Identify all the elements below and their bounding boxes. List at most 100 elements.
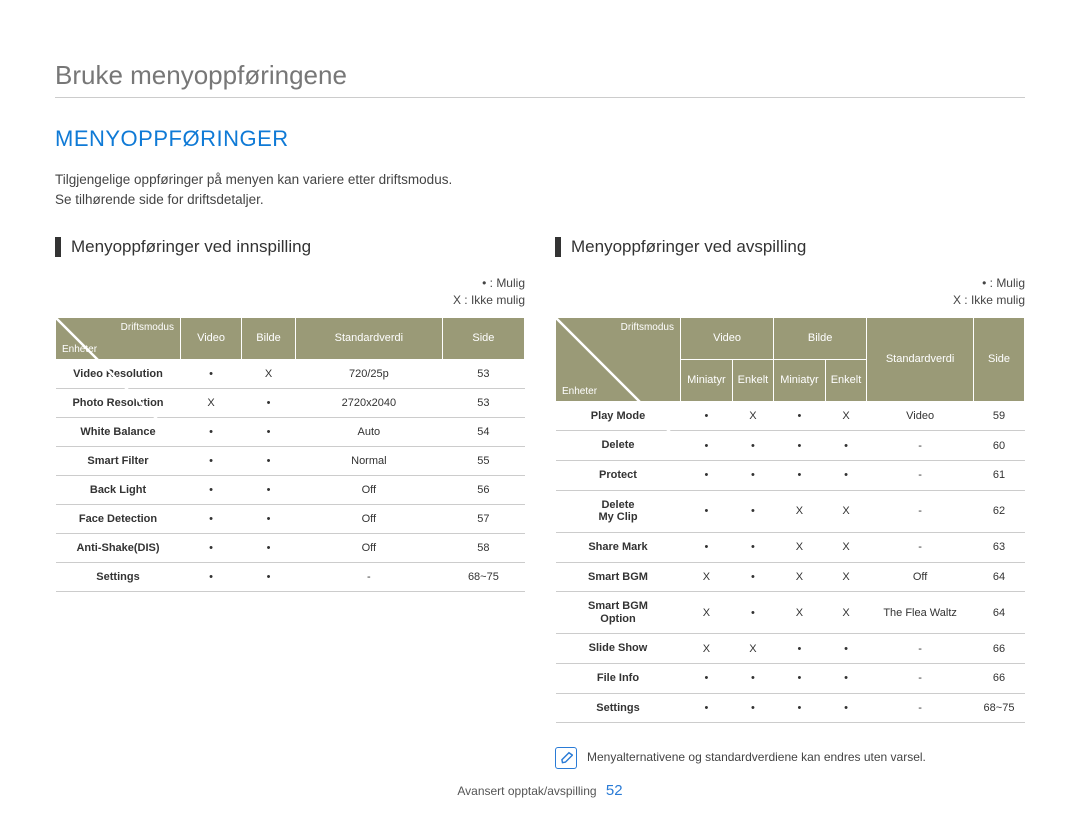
table-row: Delete My Clip••XX-62: [556, 490, 1025, 532]
cell: •: [732, 562, 773, 592]
cell: 64: [974, 592, 1025, 634]
playback-title: Menyoppføringer ved avspilling: [555, 237, 1025, 257]
cell: •: [732, 490, 773, 532]
cell: •: [774, 664, 826, 694]
recording-title: Menyoppføringer ved innspilling: [55, 237, 525, 257]
cell: •: [681, 532, 733, 562]
cell: •: [732, 664, 773, 694]
cell: •: [825, 693, 866, 723]
table-row: Back Light••Off56: [56, 475, 525, 504]
playback-table: Driftsmodus Enheter Video Bilde Standard…: [555, 317, 1025, 724]
row-name: Protect: [556, 461, 681, 491]
playback-column: Menyoppføringer ved avspilling • : Mulig…: [555, 237, 1025, 769]
cell: •: [242, 388, 296, 417]
row-name: Smart Filter: [56, 446, 181, 475]
legend-not-possible: X : Ikke mulig: [555, 292, 1025, 309]
cell: •: [825, 461, 866, 491]
cell: Off: [867, 562, 974, 592]
cell: The Flea Waltz: [867, 592, 974, 634]
table-row: Smart BGMX•XXOff64: [556, 562, 1025, 592]
cell: X: [825, 592, 866, 634]
table-row: Share Mark••XX-63: [556, 532, 1025, 562]
col-video: Video: [181, 317, 242, 359]
cell: •: [242, 562, 296, 591]
cell: 56: [442, 475, 524, 504]
col-side: Side: [442, 317, 524, 359]
diag-bottom: Enheter: [62, 344, 97, 355]
cell: -: [867, 693, 974, 723]
row-name: Face Detection: [56, 504, 181, 533]
cell: •: [732, 592, 773, 634]
cell: 66: [974, 634, 1025, 664]
col-side: Side: [974, 317, 1025, 401]
diag-top: Driftsmodus: [121, 322, 174, 333]
table-row: Settings••••-68~75: [556, 693, 1025, 723]
cell: Off: [295, 533, 442, 562]
cell: •: [825, 431, 866, 461]
cell: •: [732, 532, 773, 562]
table-row: Settings••-68~75: [56, 562, 525, 591]
cell: X: [825, 401, 866, 431]
cell: 720/25p: [295, 359, 442, 388]
cell: X: [681, 634, 733, 664]
cell: 2720x2040: [295, 388, 442, 417]
cell: •: [181, 446, 242, 475]
cell: •: [242, 446, 296, 475]
cell: •: [732, 693, 773, 723]
page-footer: Avansert opptak/avspilling 52: [0, 782, 1080, 799]
cell: -: [867, 431, 974, 461]
cell: Normal: [295, 446, 442, 475]
cell: •: [681, 664, 733, 694]
row-name: Smart BGM Option: [556, 592, 681, 634]
cell: •: [681, 431, 733, 461]
cell: -: [867, 490, 974, 532]
cell: •: [681, 693, 733, 723]
cell: -: [867, 634, 974, 664]
col-bilde: Bilde: [242, 317, 296, 359]
cell: 63: [974, 532, 1025, 562]
table-row: Face Detection••Off57: [56, 504, 525, 533]
cell: •: [181, 562, 242, 591]
cell: •: [825, 634, 866, 664]
note-text: Menyalternativene og standardverdiene ka…: [587, 747, 926, 764]
table-row: Smart Filter••Normal55: [56, 446, 525, 475]
cell: -: [867, 532, 974, 562]
intro-line-1: Tilgjengelige oppføringer på menyen kan …: [55, 170, 1025, 190]
col-standard: Standardverdi: [295, 317, 442, 359]
row-name: Settings: [556, 693, 681, 723]
cell: •: [242, 533, 296, 562]
cell: Off: [295, 475, 442, 504]
cell: 60: [974, 431, 1025, 461]
cell: •: [774, 461, 826, 491]
legend-left: • : Mulig X : Ikke mulig: [55, 275, 525, 309]
table-row: Slide ShowXX••-66: [556, 634, 1025, 664]
cell: •: [774, 634, 826, 664]
cell: X: [774, 592, 826, 634]
row-name: Smart BGM: [556, 562, 681, 592]
cell: Video: [867, 401, 974, 431]
cell: •: [181, 359, 242, 388]
footer-text: Avansert opptak/avspilling: [457, 784, 596, 798]
sub-miniatyr-b: Miniatyr: [774, 359, 826, 401]
cell: •: [181, 417, 242, 446]
cell: 61: [974, 461, 1025, 491]
section-title: MENYOPPFØRINGER: [55, 126, 1025, 152]
diag-header: Driftsmodus Enheter: [56, 317, 181, 359]
legend-possible: • : Mulig: [55, 275, 525, 292]
cell: -: [867, 664, 974, 694]
intro-text: Tilgjengelige oppføringer på menyen kan …: [55, 170, 1025, 209]
cell: X: [825, 532, 866, 562]
cell: X: [681, 562, 733, 592]
cell: •: [181, 475, 242, 504]
cell: X: [681, 592, 733, 634]
diag-top: Driftsmodus: [621, 322, 674, 333]
cell: •: [242, 504, 296, 533]
cell: 54: [442, 417, 524, 446]
sub-enkelt-b: Enkelt: [825, 359, 866, 401]
cell: X: [732, 634, 773, 664]
row-name: Delete My Clip: [556, 490, 681, 532]
row-name: Anti-Shake(DIS): [56, 533, 181, 562]
cell: •: [681, 401, 733, 431]
cell: •: [242, 417, 296, 446]
cell: •: [181, 533, 242, 562]
